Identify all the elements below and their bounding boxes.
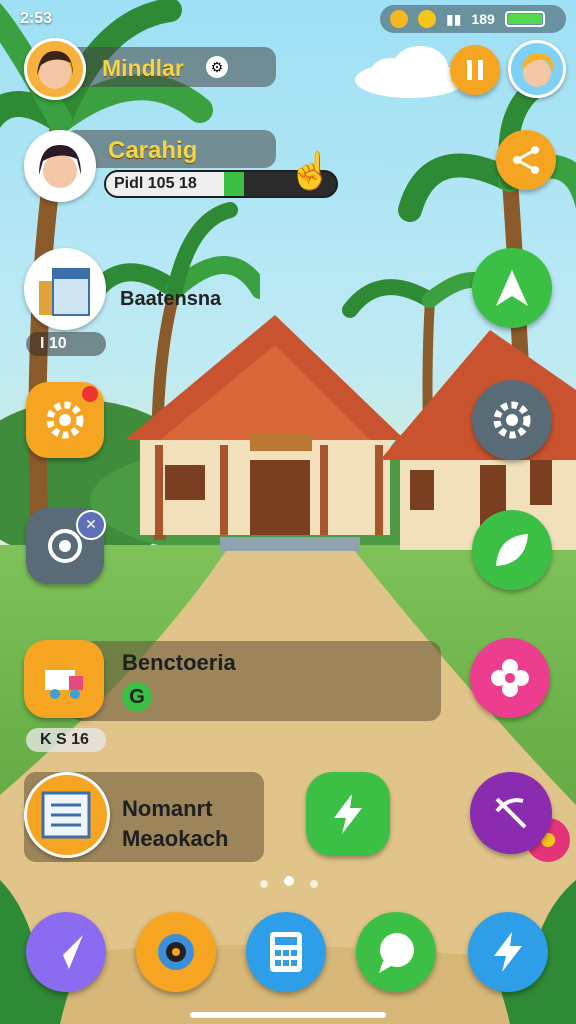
- building-name: Baatensna: [120, 288, 222, 310]
- bolt-icon: [334, 794, 362, 834]
- news-line2: Meaokach: [122, 826, 229, 851]
- battery-icon: [504, 11, 545, 27]
- home-indicator[interactable]: [190, 1012, 386, 1018]
- bolt-button[interactable]: [306, 772, 390, 856]
- news-line1: Nomanrt: [122, 796, 213, 821]
- notification-badge: [82, 386, 98, 402]
- coin-icon: [390, 10, 408, 28]
- settings-right-button[interactable]: [472, 380, 552, 460]
- hand-pointer-icon: ☝: [288, 150, 333, 191]
- camera-icon: [158, 934, 194, 970]
- map-icon: [496, 270, 528, 306]
- share-button[interactable]: [496, 130, 556, 190]
- status-bar: 2:53 ▮▮ 189: [0, 0, 576, 36]
- truck-icon: [45, 670, 83, 699]
- dock-camera-button[interactable]: [136, 912, 216, 992]
- friend-avatar[interactable]: [508, 40, 566, 98]
- collection-name: Benctoeria: [122, 650, 236, 675]
- quest-progress-label: Pidl 105 18: [114, 175, 197, 192]
- settings-left-button[interactable]: [26, 382, 104, 458]
- quest-avatar[interactable]: [24, 130, 96, 202]
- target-button[interactable]: ✕: [26, 508, 106, 584]
- signal-text: 189: [471, 11, 495, 27]
- news-avatar[interactable]: [24, 772, 110, 858]
- dock-calculator-button[interactable]: [246, 912, 326, 992]
- gear-icon: [46, 401, 84, 439]
- pause-button[interactable]: [450, 45, 500, 95]
- chat-icon: [379, 933, 414, 973]
- profile-name: Mindlar: [102, 55, 184, 81]
- send-icon: [49, 935, 83, 969]
- dock-bolt-button[interactable]: [468, 912, 548, 992]
- pause-icon: [467, 60, 483, 80]
- leaf-button[interactable]: [472, 510, 552, 590]
- close-badge-icon[interactable]: ✕: [76, 510, 106, 540]
- friend-face-icon: [521, 52, 554, 87]
- collection-counter: K S 16: [26, 728, 106, 752]
- player-avatar[interactable]: [24, 38, 86, 100]
- book-stack-icon: [39, 268, 90, 316]
- quest-face-icon: [39, 145, 81, 188]
- dock-chat-button[interactable]: [356, 912, 436, 992]
- leaf-badge-icon: G: [122, 682, 152, 712]
- settings-dot-icon[interactable]: ⚙: [206, 56, 228, 78]
- flower-icon: [491, 659, 529, 697]
- map-button[interactable]: [472, 248, 552, 328]
- calculator-icon: [270, 932, 302, 972]
- collection-icon-button[interactable]: [24, 640, 104, 718]
- signal-icon: ▮▮: [446, 10, 462, 27]
- village-house-right: [380, 330, 576, 550]
- dock-send-button[interactable]: [26, 912, 106, 992]
- flower-button[interactable]: [470, 638, 550, 718]
- gem-icon: [418, 10, 436, 28]
- bolt-icon: [494, 932, 522, 972]
- village-house: [125, 315, 405, 551]
- share-icon: [513, 146, 539, 174]
- building-avatar[interactable]: [24, 248, 106, 330]
- newspaper-icon: [41, 791, 91, 839]
- building-counter: I 10: [26, 332, 106, 356]
- page-dot[interactable]: [284, 876, 294, 886]
- status-indicators: ▮▮ 189: [380, 5, 566, 33]
- page-dot[interactable]: [260, 880, 268, 888]
- gear-icon: [493, 401, 531, 439]
- page-dot[interactable]: [310, 880, 318, 888]
- avatar-face-icon: [37, 51, 73, 89]
- broom-icon: [495, 797, 527, 829]
- quest-name: Carahig: [108, 137, 198, 164]
- broom-button[interactable]: [470, 772, 552, 854]
- leaf-icon: [496, 534, 528, 566]
- status-time: 2:53: [20, 10, 53, 27]
